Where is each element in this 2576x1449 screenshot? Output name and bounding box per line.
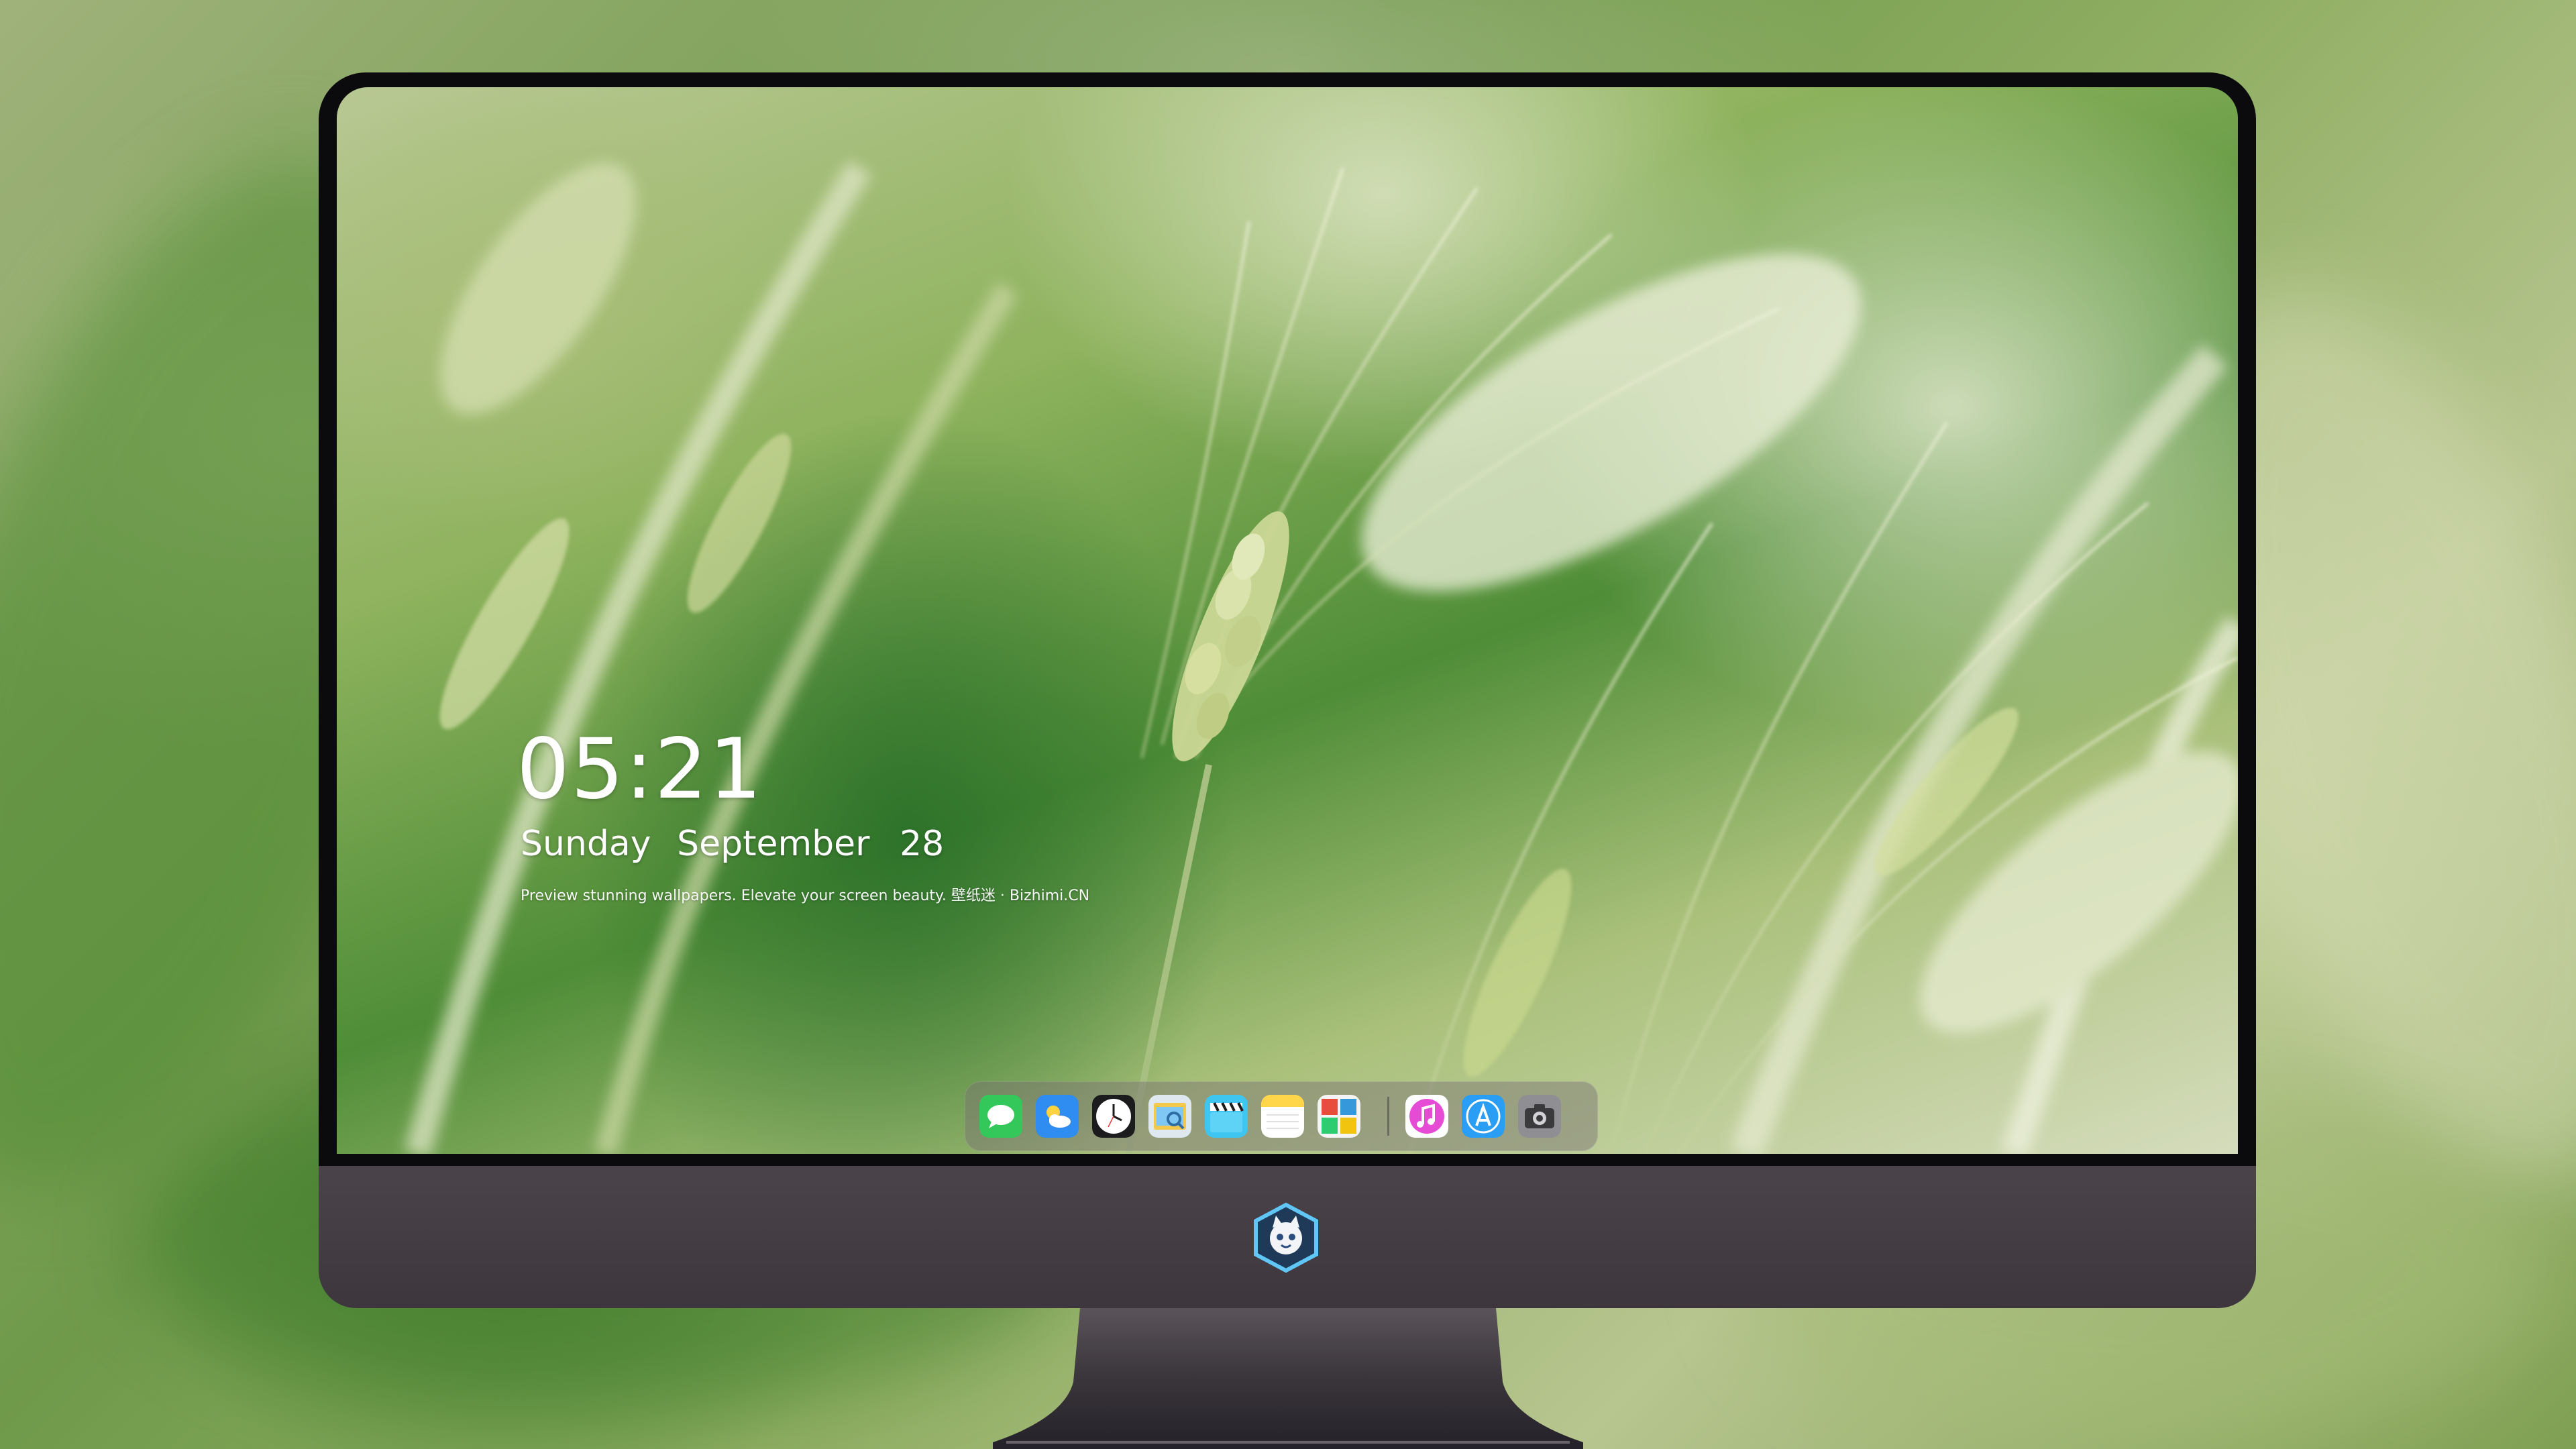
music-icon <box>1405 1095 1448 1138</box>
date-weekday: Sunday <box>521 824 651 864</box>
preview-icon <box>1148 1095 1191 1138</box>
dock-app-messages[interactable] <box>979 1095 1022 1138</box>
clock-icon <box>1092 1095 1135 1138</box>
desktop-background: 05:21 Sunday September 28 Preview stunni… <box>0 0 2576 1449</box>
monitor-stand <box>993 1308 1583 1449</box>
notes-icon <box>1261 1095 1304 1138</box>
date-month: September <box>677 824 870 864</box>
lock-screen-date: Sunday September 28 <box>521 824 944 864</box>
camera-icon <box>1518 1095 1561 1138</box>
dock <box>965 1081 1598 1151</box>
dock-app-clock[interactable] <box>1092 1095 1135 1138</box>
dock-app-notes[interactable] <box>1261 1095 1304 1138</box>
dock-app-camera[interactable] <box>1518 1095 1561 1138</box>
messages-icon <box>979 1095 1022 1138</box>
monitor-screen: 05:21 Sunday September 28 Preview stunni… <box>337 87 2238 1154</box>
dock-app-itunes[interactable] <box>1405 1095 1448 1138</box>
weather-icon <box>1036 1095 1079 1138</box>
dock-app-photo-booth[interactable] <box>1318 1095 1360 1138</box>
date-day: 28 <box>900 824 945 864</box>
wallpaper-tagline: Preview stunning wallpapers. Elevate you… <box>521 888 1090 904</box>
dock-app-app-store[interactable] <box>1462 1095 1505 1138</box>
dock-app-preview[interactable] <box>1148 1095 1191 1138</box>
lock-screen-clock: 05:21 <box>517 721 763 818</box>
dock-app-weather[interactable] <box>1036 1095 1079 1138</box>
clapperboard-icon <box>1205 1095 1248 1138</box>
dock-app-clips[interactable] <box>1205 1095 1248 1138</box>
wheat-wallpaper <box>404 160 2238 1154</box>
mascot-logo-icon <box>1254 1202 1318 1273</box>
app-store-icon <box>1462 1095 1505 1138</box>
photo-booth-icon <box>1318 1095 1360 1138</box>
dock-divider <box>1387 1097 1389 1136</box>
